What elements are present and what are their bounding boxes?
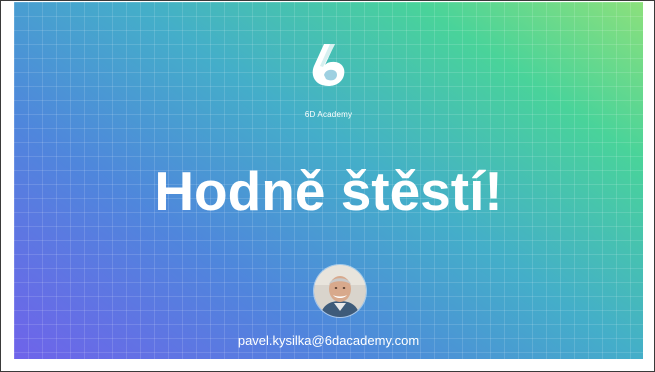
slide-headline: Hodně štěstí! [154, 160, 503, 222]
presenter-photo-icon [314, 265, 366, 317]
6d-academy-logo-icon [312, 44, 345, 86]
brand-name: 6D Academy [304, 110, 353, 119]
contact-email[interactable]: pavel.kysilka@6dacademy.com [14, 333, 643, 348]
presentation-frame: 6D Academy Hodně štěstí! pavel.kysilka@6… [0, 0, 655, 372]
slide: 6D Academy Hodně štěstí! pavel.kysilka@6… [14, 2, 643, 359]
presenter-avatar [314, 265, 366, 317]
